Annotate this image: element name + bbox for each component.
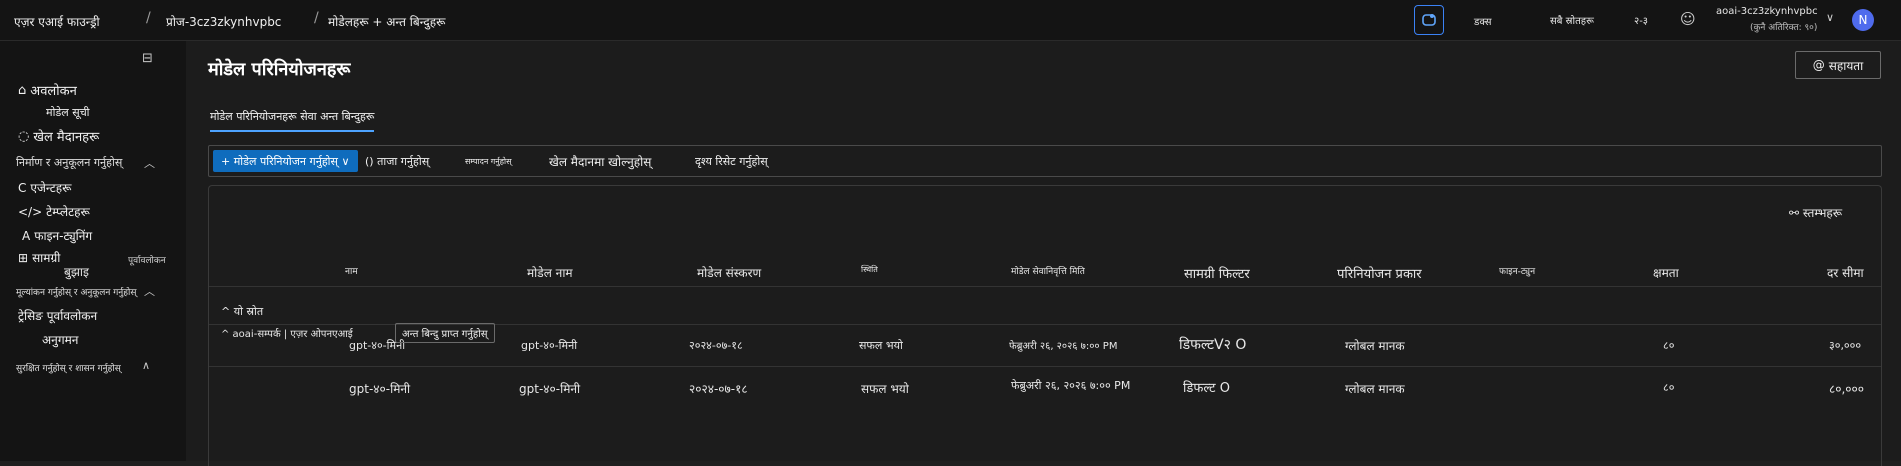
cell-model: gpt-४०-मिनी	[519, 382, 581, 396]
chevron-up-icon[interactable]: ︿	[144, 283, 155, 299]
cell-status: सफल भयो	[859, 339, 903, 352]
assess-section-header: मूल्यांकन गर्नुहोस् र अनुकूलन गर्नुहोस्	[16, 288, 137, 298]
cell-version: २०२४-०७-१८	[689, 339, 743, 352]
cell-type: ग्लोबल मानक	[1345, 339, 1405, 353]
sidebar-item-content-understanding[interactable]: ⊞ सामग्री	[18, 249, 60, 266]
copilot-icon[interactable]	[1414, 5, 1444, 35]
column-header-retirement-date[interactable]: मोडेल सेवानिवृत्ति मिति	[1011, 264, 1085, 277]
cell-capacity: ८०	[1663, 339, 1675, 352]
cell-rate: ३०,०००	[1829, 339, 1862, 352]
deployments-table: ⚯ स्तम्भहरू नाम मोडेल नाम मोडेल संस्करण …	[208, 185, 1882, 466]
chat-icon: ◌	[18, 128, 30, 144]
column-header-status[interactable]: स्थिति	[861, 264, 878, 275]
breadcrumb-separator: /	[146, 10, 151, 26]
help-icon: @	[1812, 58, 1825, 72]
cell-retirement: फेब्रुअरी २६, २०२६ ७:०० PM	[1011, 379, 1131, 392]
home-icon: ⌂	[18, 82, 27, 98]
account-subtitle: (कुनै अतिरिक्त: ९०)	[1750, 23, 1818, 33]
divider	[209, 366, 1881, 367]
sidebar-item-label: अनुगमन	[42, 333, 79, 347]
cell-name[interactable]: gpt-४०-मिनी	[349, 380, 410, 397]
chevron-up-icon[interactable]: ∧	[142, 359, 150, 372]
sidebar-item-agents[interactable]: C एजेन्टहरू	[18, 179, 71, 196]
chevron-up-icon[interactable]: ︿	[144, 155, 155, 171]
top-bar: एज़र एआई फाउन्ड्री / प्रोज-3cz3zkynhvpbc…	[0, 0, 1901, 41]
help-button-label: सहायता	[1828, 58, 1864, 73]
sidebar-item-label: खेल मैदानहरू	[33, 130, 100, 145]
agent-icon: C	[18, 180, 27, 195]
column-header-deployment-type[interactable]: परिनियोजन प्रकार	[1337, 264, 1422, 282]
sidebar-item-templates[interactable]: </> टेम्प्लेटहरू	[18, 203, 90, 220]
sidebar-item-overview[interactable]: ⌂ अवलोकन	[18, 81, 77, 100]
resource-count: २-३	[1634, 16, 1649, 27]
page-breadcrumb[interactable]: मोडेलहरू + अन्त बिन्दुहरू	[328, 13, 445, 30]
all-resources-link[interactable]: सबै स्रोतहरू	[1550, 13, 1594, 27]
edit-button[interactable]: सम्पादन गर्नुहोस्	[465, 150, 511, 172]
group-header-this-resource[interactable]: ^ यो स्रोत	[221, 304, 263, 319]
build-section-header: निर्माण र अनुकूलन गर्नुहोस्	[16, 156, 123, 169]
cell-retirement: फेब्रुअरी २६, २०२६ ७:०० PM	[1009, 341, 1118, 352]
refresh-label: ताजा गर्नुहोस्	[377, 154, 430, 168]
column-header-content-filter[interactable]: सामग्री फिल्टर	[1184, 264, 1250, 282]
sidebar-item-label: फाइन-ट्युनिंग	[34, 229, 93, 243]
refresh-icon: ()	[365, 154, 378, 168]
columns-label: स्तम्भहरू	[1802, 206, 1843, 220]
cell-type: ग्लोबल मानक	[1345, 382, 1405, 396]
sidebar-item-label: अवलोकन	[30, 84, 77, 99]
columns-button[interactable]: ⚯ स्तम्भहरू	[1789, 204, 1842, 221]
group-header-aoai-connection[interactable]: ^ aoai-सम्पर्क | एज़र ओपनएआई	[221, 326, 353, 340]
preview-badge: पूर्वावलोकन	[128, 256, 166, 266]
account-name: aoai-3cz3zkynhvpbc	[1716, 6, 1818, 17]
toolbar: + मोडेल परिनियोजन गर्नुहोस् ∨ () ताजा गर…	[208, 145, 1882, 177]
document-icon: ⊞	[18, 250, 29, 265]
sidebar-item-playground[interactable]: ◌ खेल मैदानहरू	[18, 127, 100, 146]
cell-capacity: ८०	[1663, 381, 1675, 394]
get-endpoint-button[interactable]: अन्त बिन्दु प्राप्त गर्नुहोस्	[395, 323, 495, 343]
cell-status: सफल भयो	[861, 382, 909, 396]
chevron-down-icon[interactable]: ∨	[1826, 11, 1834, 24]
cell-rate: ८०,०००	[1829, 382, 1865, 396]
feedback-icon[interactable]: ☺	[1680, 10, 1696, 28]
page-title: मोडेल परिनियोजनहरू	[208, 59, 351, 80]
refresh-button[interactable]: () ताजा गर्नुहोस्	[365, 150, 429, 172]
sidebar-item-monitoring[interactable]: अनुगमन	[42, 331, 78, 348]
collapse-sidebar-icon[interactable]: ⊟	[142, 51, 153, 66]
cell-filter: डिफल्ट O	[1183, 381, 1230, 396]
finetune-icon: A	[22, 228, 31, 243]
sidebar-item-tracing[interactable]: ट्रेसिङ पूर्वावलोकन	[18, 307, 97, 324]
sidebar-item-model-list[interactable]: मोडेल सूची	[46, 105, 90, 120]
cell-model: gpt-४०-मिनी	[521, 339, 578, 352]
sidebar-item-label: टेम्प्लेटहरू	[46, 205, 90, 219]
column-header-finetune[interactable]: फाइन-ट्युन	[1499, 264, 1535, 277]
sidebar-item-label: सामग्री	[32, 251, 61, 265]
deploy-model-button[interactable]: + मोडेल परिनियोजन गर्नुहोस् ∨	[213, 150, 358, 172]
sidebar-item-label: एजेन्टहरू	[30, 181, 72, 195]
help-button[interactable]: @ सहायता	[1795, 51, 1881, 79]
column-header-capacity[interactable]: क्षमता	[1653, 264, 1679, 281]
main-content: मोडेल परिनियोजनहरू @ सहायता मोडेल परिनिय…	[186, 41, 1901, 466]
sidebar-item-finetune[interactable]: A फाइन-ट्युनिंग	[22, 227, 92, 244]
tab-deployments[interactable]: मोडेल परिनियोजनहरू सेवा अन्त बिन्दुहरू	[210, 109, 375, 132]
sidebar-item-label: मोडेल सूची	[46, 106, 90, 119]
open-playground-button[interactable]: खेल मैदानमा खोल्नुहोस्	[549, 150, 651, 172]
avatar[interactable]: N	[1852, 9, 1874, 31]
column-header-rate-limit[interactable]: दर सीमा	[1827, 264, 1864, 281]
brand-link[interactable]: एज़र एआई फाउन्ड्री	[14, 13, 100, 30]
sidebar: ⊟ ⌂ अवलोकन मोडेल सूची ◌ खेल मैदानहरू निर…	[0, 41, 186, 461]
breadcrumb-separator: /	[314, 10, 319, 26]
secure-section-header: सुरक्षित गर्नुहोस् र शासन गर्नुहोस्	[16, 364, 121, 374]
column-header-name[interactable]: नाम	[345, 264, 358, 277]
docs-link[interactable]: डक्स	[1474, 14, 1492, 28]
cell-version: २०२४-०७-१८	[689, 382, 748, 396]
reset-view-button[interactable]: दृश्य रिसेट गर्नुहोस्	[695, 150, 768, 172]
column-header-model-version[interactable]: मोडेल संस्करण	[697, 264, 761, 281]
divider	[209, 286, 1881, 287]
sidebar-item-label: ट्रेसिङ पूर्वावलोकन	[18, 309, 98, 323]
cell-filter: डिफल्टV२ O	[1179, 337, 1247, 353]
column-header-model-name[interactable]: मोडेल नाम	[527, 264, 573, 281]
sidebar-item-label: बुझाइ	[64, 265, 89, 279]
columns-icon: ⚯	[1789, 206, 1800, 220]
project-link[interactable]: प्रोज-3cz3zkynhvpbc	[166, 13, 281, 30]
code-icon: </>	[18, 204, 43, 219]
